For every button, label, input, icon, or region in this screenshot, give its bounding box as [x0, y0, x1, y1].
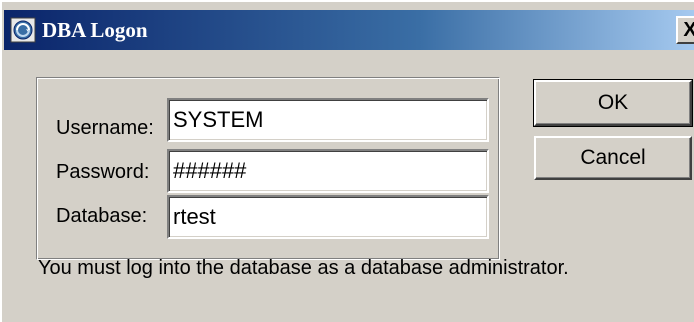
password-field[interactable]	[167, 149, 489, 193]
title-bar[interactable]: DBA Logon X	[4, 10, 694, 50]
close-button[interactable]: X	[676, 16, 694, 44]
cancel-button[interactable]: Cancel	[534, 136, 692, 180]
password-label: Password:	[56, 161, 150, 183]
database-logon-icon	[10, 17, 36, 43]
ok-button[interactable]: OK	[533, 79, 693, 127]
username-field[interactable]	[167, 98, 489, 142]
dba-logon-dialog: DBA Logon X Username: Password: Database…	[0, 0, 694, 322]
close-icon: X	[683, 19, 694, 41]
instruction-message: You must log into the database as a data…	[38, 257, 569, 279]
database-field[interactable]	[167, 195, 489, 239]
window-title: DBA Logon	[42, 18, 148, 42]
database-label: Database:	[56, 205, 148, 227]
username-label: Username:	[56, 117, 154, 139]
